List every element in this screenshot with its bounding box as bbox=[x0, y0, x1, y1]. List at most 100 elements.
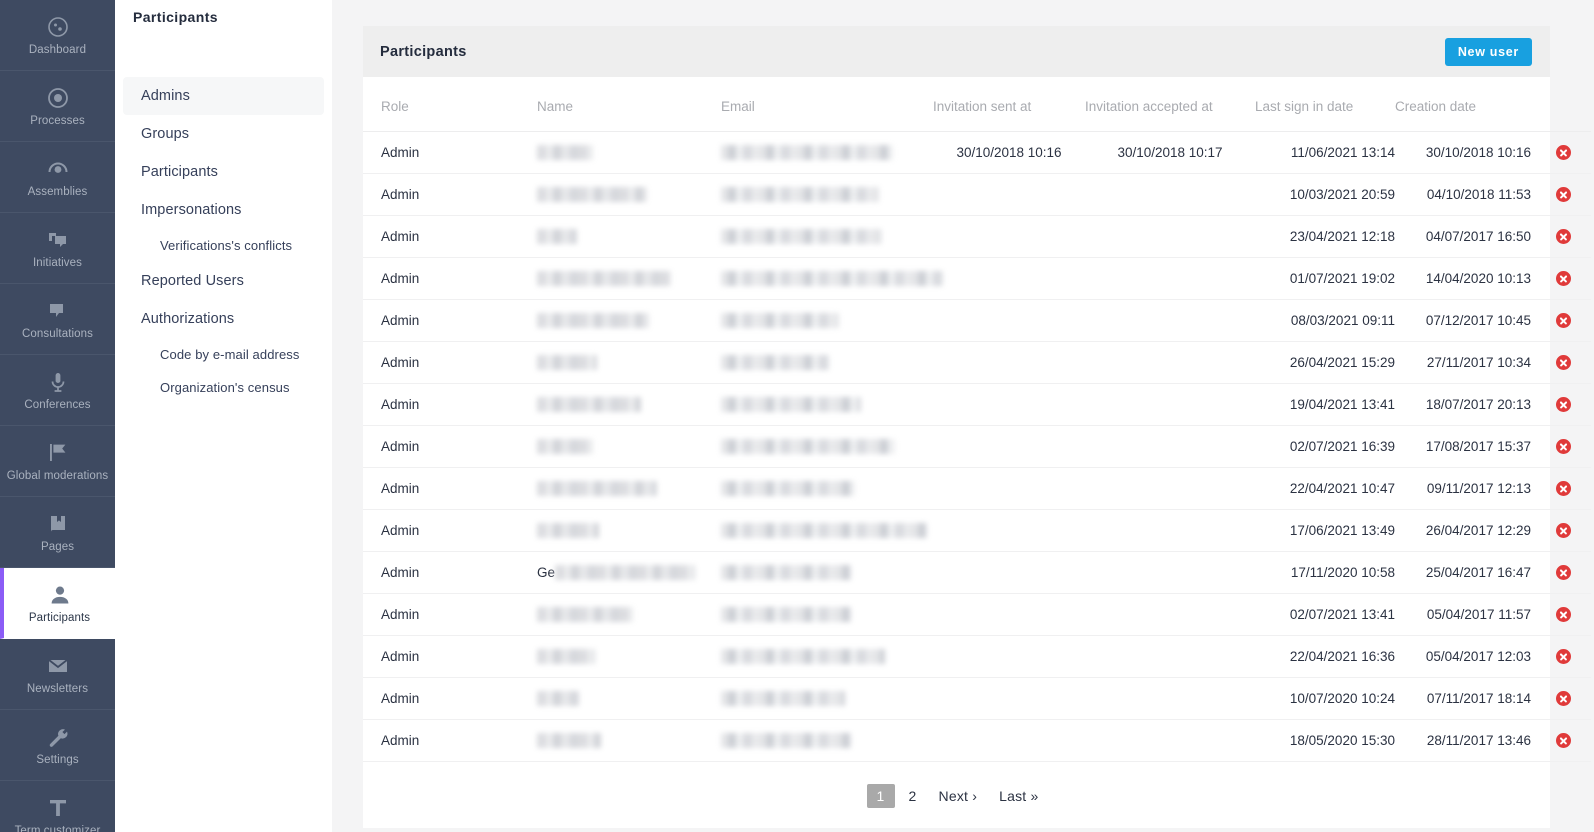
delete-icon[interactable] bbox=[1555, 649, 1571, 665]
cell-invitation-accepted-at bbox=[1085, 719, 1255, 762]
page-title: Participants bbox=[380, 43, 467, 60]
cell-invitation-accepted-at bbox=[1085, 215, 1255, 258]
secondary-nav-item-reported-users[interactable]: Reported Users bbox=[123, 262, 324, 300]
delete-icon[interactable] bbox=[1555, 397, 1571, 413]
delete-icon[interactable] bbox=[1555, 313, 1571, 329]
cell-creation-date: 05/04/2017 11:57 bbox=[1395, 593, 1535, 636]
cell-email bbox=[693, 593, 933, 636]
redacted-email bbox=[721, 313, 839, 329]
table-row: Admin 10/03/2021 20:59 04/10/2018 11:53 bbox=[363, 173, 1591, 216]
sidebar-item-dashboard[interactable]: Dashboard bbox=[0, 0, 115, 71]
sidebar-item-conferences[interactable]: Conferences bbox=[0, 355, 115, 426]
sidebar-item-settings[interactable]: Settings bbox=[0, 710, 115, 781]
text-t-icon bbox=[46, 796, 70, 820]
sidebar-item-newsletters[interactable]: Newsletters bbox=[0, 639, 115, 710]
pagination-item-2[interactable]: 2 bbox=[901, 784, 925, 808]
sidebar-item-global-moderations[interactable]: Global moderations bbox=[0, 426, 115, 497]
column-header-name: Name bbox=[475, 77, 693, 132]
cell-invitation-sent-at bbox=[933, 719, 1085, 762]
sidebar-item-label: Consultations bbox=[22, 327, 93, 340]
cell-invitation-sent-at bbox=[933, 341, 1085, 384]
app-root: Dashboard Processes Assemblies Initiatives C… bbox=[0, 0, 1594, 832]
sidebar-item-label: Conferences bbox=[24, 398, 91, 411]
cell-email bbox=[693, 719, 933, 762]
table-body: Admin 30/10/2018 10:16 30/10/2018 10:17 11/… bbox=[363, 131, 1591, 762]
cell-invitation-sent-at bbox=[933, 215, 1085, 258]
cell-role: Admin bbox=[363, 635, 475, 678]
sidebar-item-term-customizer[interactable]: Term customizer bbox=[0, 781, 115, 832]
cell-email bbox=[693, 635, 933, 678]
secondary-nav-item-code-by-e-mail-address[interactable]: Code by e-mail address bbox=[123, 338, 324, 371]
envelope-icon bbox=[46, 654, 70, 678]
cell-creation-date: 07/11/2017 18:14 bbox=[1395, 677, 1535, 720]
cell-last-sign-in-date: 02/07/2021 13:41 bbox=[1255, 593, 1395, 636]
sidebar-item-processes[interactable]: Processes bbox=[0, 71, 115, 142]
redacted-email bbox=[721, 229, 881, 245]
redacted-name bbox=[537, 481, 657, 497]
delete-icon[interactable] bbox=[1555, 523, 1571, 539]
secondary-nav-item-authorizations[interactable]: Authorizations bbox=[123, 300, 324, 338]
cell-name bbox=[475, 299, 693, 342]
cell-email bbox=[693, 341, 933, 384]
cell-name bbox=[475, 509, 693, 552]
secondary-nav-item-impersonations[interactable]: Impersonations bbox=[123, 191, 324, 229]
delete-icon[interactable] bbox=[1555, 145, 1571, 161]
redacted-name bbox=[537, 523, 599, 539]
delete-icon[interactable] bbox=[1555, 439, 1571, 455]
delete-icon[interactable] bbox=[1555, 229, 1571, 245]
sidebar-item-assemblies[interactable]: Assemblies bbox=[0, 142, 115, 213]
cell-invitation-accepted-at bbox=[1085, 173, 1255, 216]
table-row: Admin 19/04/2021 13:41 18/07/2017 20:13 bbox=[363, 383, 1591, 426]
sidebar-item-initiatives[interactable]: Initiatives bbox=[0, 213, 115, 284]
pagination-item-1[interactable]: 1 bbox=[866, 784, 895, 808]
delete-icon[interactable] bbox=[1555, 565, 1571, 581]
cell-actions bbox=[1535, 467, 1591, 510]
cell-role: Admin bbox=[363, 677, 475, 720]
cell-last-sign-in-date: 26/04/2021 15:29 bbox=[1255, 341, 1395, 384]
secondary-nav-item-verifications-s-conflicts[interactable]: Verifications's conflicts bbox=[123, 229, 324, 262]
secondary-nav-item-participants[interactable]: Participants bbox=[123, 153, 324, 191]
cell-role: Admin bbox=[363, 551, 475, 594]
pagination: 1 2 Next › Last » bbox=[363, 762, 1550, 828]
column-header-role: Role bbox=[363, 77, 475, 132]
cell-last-sign-in-date: 23/04/2021 12:18 bbox=[1255, 215, 1395, 258]
table-row: Admin 01/07/2021 19:02 14/04/2020 10:13 bbox=[363, 257, 1591, 300]
delete-icon[interactable] bbox=[1555, 355, 1571, 371]
delete-icon[interactable] bbox=[1555, 607, 1571, 623]
sidebar-item-pages[interactable]: Pages bbox=[0, 497, 115, 568]
redacted-name bbox=[537, 355, 597, 371]
pagination-item-next-[interactable]: Next › bbox=[931, 784, 986, 808]
new-user-button[interactable]: New user bbox=[1444, 37, 1532, 66]
delete-icon[interactable] bbox=[1555, 271, 1571, 287]
secondary-nav-item-organization-s-census[interactable]: Organization's census bbox=[123, 371, 324, 404]
table-row: Admin 10/07/2020 10:24 07/11/2017 18:14 bbox=[363, 677, 1591, 720]
delete-icon[interactable] bbox=[1555, 187, 1571, 203]
cell-role: Admin bbox=[363, 383, 475, 426]
secondary-sidebar-title: Participants bbox=[133, 9, 218, 25]
cell-creation-date: 26/04/2017 12:29 bbox=[1395, 509, 1535, 552]
redacted-email bbox=[721, 649, 885, 665]
cell-actions bbox=[1535, 257, 1591, 300]
dashboard-icon bbox=[46, 15, 70, 39]
book-icon bbox=[46, 512, 70, 536]
microphone-icon bbox=[46, 370, 70, 394]
delete-icon[interactable] bbox=[1555, 691, 1571, 707]
pagination-item-last-[interactable]: Last » bbox=[991, 784, 1046, 808]
delete-icon[interactable] bbox=[1555, 481, 1571, 497]
delete-icon[interactable] bbox=[1555, 733, 1571, 749]
sidebar-item-participants[interactable]: Participants bbox=[0, 568, 115, 639]
cell-actions bbox=[1535, 341, 1591, 384]
redacted-name bbox=[537, 145, 593, 161]
cell-role: Admin bbox=[363, 215, 475, 258]
sidebar-item-consultations[interactable]: Consultations bbox=[0, 284, 115, 355]
redacted-name bbox=[537, 649, 595, 665]
cell-invitation-sent-at bbox=[933, 425, 1085, 468]
cell-invitation-accepted-at bbox=[1085, 593, 1255, 636]
redacted-email bbox=[721, 481, 855, 497]
cell-actions bbox=[1535, 719, 1591, 762]
cell-creation-date: 18/07/2017 20:13 bbox=[1395, 383, 1535, 426]
cell-creation-date: 09/11/2017 12:13 bbox=[1395, 467, 1535, 510]
sidebar-item-label: Global moderations bbox=[6, 469, 109, 482]
secondary-nav-item-groups[interactable]: Groups bbox=[123, 115, 324, 153]
secondary-nav-item-admins[interactable]: Admins bbox=[123, 77, 324, 115]
